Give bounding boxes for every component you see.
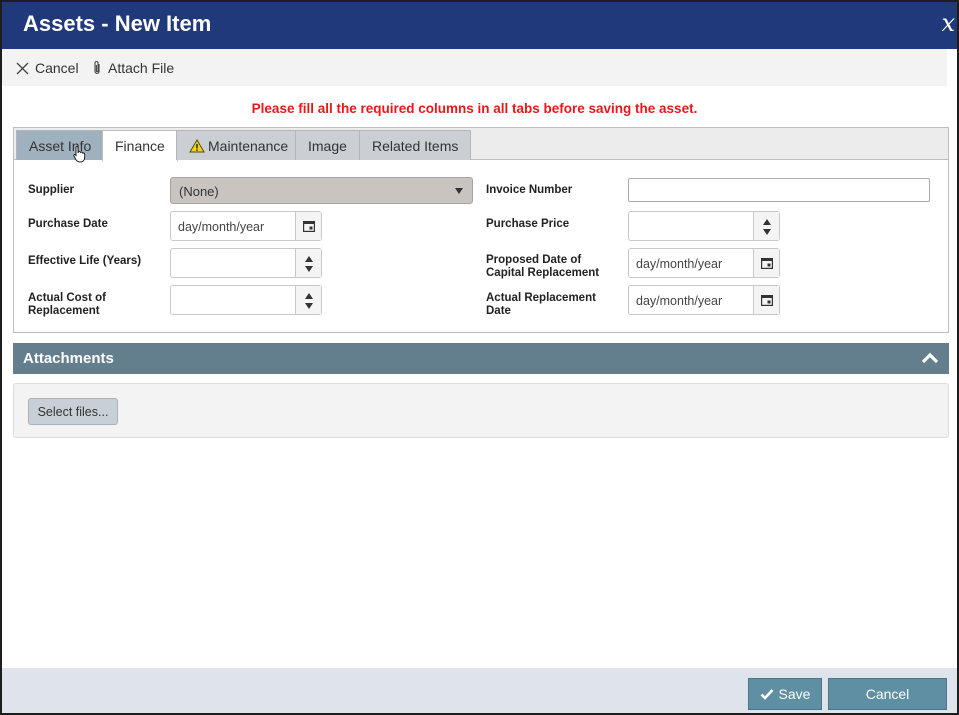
tab-strip: Asset Info Finance Maintenance Image Rel… <box>14 128 948 161</box>
actual-cost-label: Actual Cost of Replacement <box>28 292 106 318</box>
label-line: Date <box>486 305 511 317</box>
paperclip-icon <box>94 61 100 75</box>
toolbar: Cancel Attach File <box>2 49 947 86</box>
chevron-up-icon[interactable] <box>921 351 939 364</box>
save-button[interactable]: Save <box>748 678 822 710</box>
number-spinner <box>295 286 321 314</box>
calendar-icon[interactable] <box>753 249 779 277</box>
actual-cost-input[interactable] <box>170 285 322 315</box>
close-icon <box>16 62 29 74</box>
calendar-icon[interactable] <box>753 286 779 314</box>
tab-panel: Asset Info Finance Maintenance Image Rel… <box>13 127 949 333</box>
attach-file-label: Attach File <box>108 60 175 76</box>
purchase-date-label: Purchase Date <box>28 218 108 230</box>
number-spinner <box>753 212 779 240</box>
close-icon[interactable]: x <box>941 9 955 37</box>
checkmark-icon <box>760 689 773 700</box>
tab-label: Image <box>308 137 347 154</box>
supplier-label: Supplier <box>28 184 75 196</box>
effective-life-label: Effective Life (Years) <box>28 255 142 267</box>
hand-cursor-icon <box>73 146 86 163</box>
label-line: Proposed Date of <box>486 254 582 266</box>
number-spinner <box>295 249 321 277</box>
purchase-price-input[interactable] <box>628 211 780 241</box>
tab-asset-info[interactable]: Asset Info <box>16 130 105 160</box>
proposed-date-input[interactable]: day/month/year <box>628 248 780 278</box>
spin-up-icon[interactable] <box>305 293 313 299</box>
finance-form: Supplier (None) Invoice Number Purchase … <box>14 160 948 332</box>
label-line: Actual Replacement <box>486 292 596 304</box>
label-line: Replacement <box>28 305 100 317</box>
label-line: Actual Cost of <box>28 292 106 304</box>
purchase-date-value: day/month/year <box>178 220 265 234</box>
cancel-button[interactable]: Cancel <box>828 678 947 710</box>
attach-file-button[interactable]: Attach File <box>92 59 174 77</box>
footer-bar: Save Cancel <box>2 668 957 713</box>
title-bar: Assets - New Item x <box>2 2 957 49</box>
label-line: Capital Replacement <box>486 267 600 279</box>
spin-down-icon[interactable] <box>763 229 771 235</box>
actual-replacement-date-input[interactable]: day/month/year <box>628 285 780 315</box>
purchase-date-input[interactable]: day/month/year <box>170 211 322 241</box>
effective-life-input[interactable] <box>170 248 322 278</box>
spin-up-icon[interactable] <box>305 256 313 262</box>
tab-related-items[interactable]: Related Items <box>359 130 472 160</box>
supplier-value: (None) <box>179 184 219 199</box>
tab-image[interactable]: Image <box>295 130 360 160</box>
purchase-price-label: Purchase Price <box>486 218 570 230</box>
toolbar-cancel-label: Cancel <box>35 60 79 76</box>
required-fields-warning: Please fill all the required columns in … <box>251 101 698 116</box>
tab-label: Finance <box>115 138 165 154</box>
warning-icon <box>189 138 205 152</box>
invoice-number-input[interactable] <box>628 178 930 202</box>
tab-label: Maintenance <box>208 137 289 154</box>
tab-label: Related Items <box>372 137 459 154</box>
actual-replacement-date-label: Actual Replacement Date <box>486 292 596 318</box>
proposed-date-value: day/month/year <box>636 257 723 271</box>
toolbar-cancel-button[interactable]: Cancel <box>16 59 79 77</box>
attachments-body: Select files... <box>13 383 949 438</box>
tab-maintenance[interactable]: Maintenance <box>176 130 302 160</box>
supplier-select[interactable]: (None) <box>170 177 473 204</box>
spin-down-icon[interactable] <box>305 303 313 309</box>
attachments-header[interactable]: Attachments <box>13 343 949 374</box>
save-label: Save <box>778 686 811 702</box>
proposed-date-label: Proposed Date of Capital Replacement <box>486 254 599 280</box>
assets-new-item-dialog: Assets - New Item x Cancel Attach File P… <box>0 0 959 715</box>
select-files-button[interactable]: Select files... <box>28 398 118 425</box>
invoice-number-label: Invoice Number <box>486 184 573 196</box>
spin-down-icon[interactable] <box>305 266 313 272</box>
calendar-icon[interactable] <box>295 212 321 240</box>
tab-finance[interactable]: Finance <box>102 130 178 161</box>
spin-up-icon[interactable] <box>763 219 771 225</box>
dialog-title: Assets - New Item <box>23 11 212 36</box>
actual-replacement-date-value: day/month/year <box>636 294 723 308</box>
attachments-title: Attachments <box>23 350 114 367</box>
dropdown-arrow-icon <box>455 188 463 194</box>
